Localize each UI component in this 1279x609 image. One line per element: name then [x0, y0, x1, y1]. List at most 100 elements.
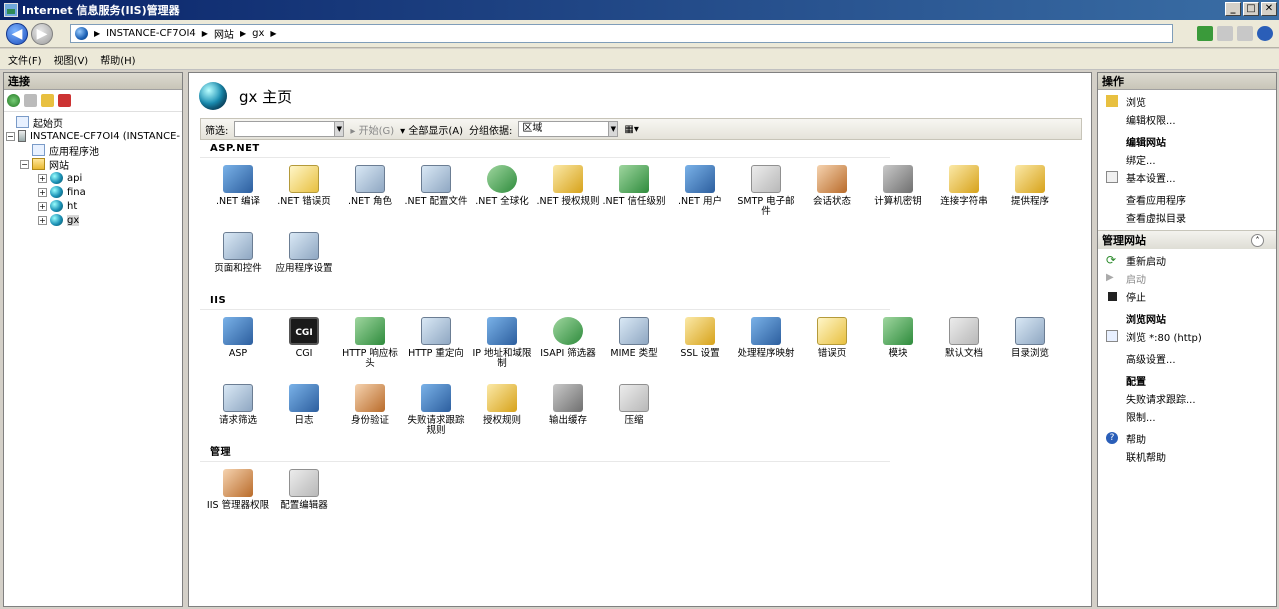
close-button[interactable]: ✕: [1261, 2, 1277, 16]
start-filter-button[interactable]: ▸ 开始(G): [350, 122, 394, 137]
feature-smtp-email[interactable]: SMTP 电子邮件: [733, 158, 799, 225]
breadcrumb-site[interactable]: gx: [252, 28, 264, 39]
tree-item-sites[interactable]: − 网站: [6, 157, 180, 172]
help-icon: ?: [1106, 432, 1118, 444]
breadcrumb-server[interactable]: INSTANCE-CF7OI4: [106, 28, 196, 39]
home-icon[interactable]: [1237, 26, 1253, 41]
connect-icon[interactable]: [7, 94, 20, 107]
feature-iis-manager-permissions[interactable]: IIS 管理器权限: [205, 462, 271, 529]
tree-item-server[interactable]: − INSTANCE-CF7OI4 (INSTANCE-: [6, 129, 180, 143]
feature-configuration-editor[interactable]: 配置编辑器: [271, 462, 337, 529]
feature-directory-browsing[interactable]: 目录浏览: [997, 310, 1063, 377]
save-icon[interactable]: [24, 94, 37, 107]
feature-net-users[interactable]: .NET 用户: [667, 158, 733, 225]
back-button[interactable]: ◀: [6, 23, 28, 45]
feature-modules[interactable]: 模块: [865, 310, 931, 377]
feature-net-error-pages[interactable]: .NET 错误页: [271, 158, 337, 225]
action-label: 查看虚拟目录: [1126, 213, 1186, 225]
forward-button[interactable]: ▶: [31, 23, 53, 45]
tree-item-app-pools[interactable]: 应用程序池: [6, 143, 180, 158]
group-by-select[interactable]: 区域 ▼: [518, 121, 619, 137]
action-failed-request-tracing[interactable]: 失败请求跟踪...: [1102, 389, 1272, 407]
tree-item-site-fina[interactable]: + fina: [6, 185, 180, 199]
tree-item-site-api[interactable]: + api: [6, 171, 180, 185]
dropdown-arrow-icon[interactable]: ▼: [608, 122, 618, 136]
expand-toggle[interactable]: +: [38, 215, 47, 225]
feature-compression[interactable]: 压缩: [601, 377, 667, 444]
group-header-aspnet[interactable]: ASP.NET: [200, 140, 890, 158]
feature-request-filtering[interactable]: 请求筛选: [205, 377, 271, 444]
feature-session-state[interactable]: 会话状态: [799, 158, 865, 225]
feature-handler-mappings[interactable]: 处理程序映射: [733, 310, 799, 377]
feature-error-pages[interactable]: 错误页: [799, 310, 865, 377]
maximize-button[interactable]: □: [1243, 2, 1259, 16]
tree-item-site-gx[interactable]: + gx: [6, 213, 180, 227]
minimize-button[interactable]: _: [1225, 2, 1241, 16]
action-limits[interactable]: 限制...: [1102, 407, 1272, 425]
feature-app-settings[interactable]: 应用程序设置: [271, 225, 337, 292]
disconnect-icon[interactable]: [58, 94, 71, 107]
group-header-management[interactable]: 管理: [200, 444, 890, 462]
tree-item-site-ht[interactable]: + ht: [6, 199, 180, 213]
filter-input[interactable]: ▼: [234, 121, 345, 137]
feature-logging[interactable]: 日志: [271, 377, 337, 444]
feature-net-globalization[interactable]: .NET 全球化: [469, 158, 535, 225]
feature-failed-request-tracing[interactable]: 失败请求跟踪规则: [403, 377, 469, 444]
expand-toggle[interactable]: +: [38, 173, 47, 183]
breadcrumb-sites[interactable]: 网站: [214, 26, 234, 41]
action-view-virtual-directories[interactable]: 查看虚拟目录: [1102, 208, 1272, 226]
help-icon[interactable]: [1257, 26, 1273, 41]
feature-isapi-filters[interactable]: ISAPI 筛选器: [535, 310, 601, 377]
feature-asp[interactable]: ASP: [205, 310, 271, 377]
action-stop[interactable]: 停止: [1102, 287, 1272, 305]
tree-item-start-page[interactable]: 起始页: [6, 115, 180, 130]
action-restart[interactable]: ⟳ 重新启动: [1102, 251, 1272, 269]
feature-ip-restrictions[interactable]: IP 地址和域限制: [469, 310, 535, 377]
collapse-icon[interactable]: ˄: [1251, 234, 1264, 247]
feature-output-caching[interactable]: 输出缓存: [535, 377, 601, 444]
feature-net-roles[interactable]: .NET 角色: [337, 158, 403, 225]
feature-cgi[interactable]: CGI CGI: [271, 310, 337, 377]
feature-http-response-headers[interactable]: HTTP 响应标头: [337, 310, 403, 377]
action-basic-settings[interactable]: 基本设置...: [1102, 168, 1272, 186]
show-all-button[interactable]: ▾ 全部显示(A): [400, 122, 463, 137]
menu-help[interactable]: 帮助(H): [100, 52, 135, 67]
up-folder-icon[interactable]: [41, 94, 54, 107]
feature-net-trust-levels[interactable]: .NET 信任级别: [601, 158, 667, 225]
action-browse[interactable]: 浏览: [1102, 92, 1272, 110]
feature-mime-types[interactable]: MIME 类型: [601, 310, 667, 377]
feature-authorization-rules[interactable]: 授权规则: [469, 377, 535, 444]
dropdown-arrow-icon[interactable]: ▼: [334, 122, 344, 136]
feature-net-compilation[interactable]: .NET 编译: [205, 158, 271, 225]
feature-machine-key[interactable]: 计算机密钥: [865, 158, 931, 225]
feature-pages-controls[interactable]: 页面和控件: [205, 225, 271, 292]
action-bindings[interactable]: 绑定...: [1102, 150, 1272, 168]
feature-http-redirect[interactable]: HTTP 重定向: [403, 310, 469, 377]
collapse-toggle[interactable]: −: [6, 131, 15, 141]
feature-default-document[interactable]: 默认文档: [931, 310, 997, 377]
feature-providers[interactable]: 提供程序: [997, 158, 1063, 225]
action-advanced-settings[interactable]: 高级设置...: [1102, 349, 1272, 367]
feature-net-authorization[interactable]: .NET 授权规则: [535, 158, 601, 225]
feature-connection-strings[interactable]: 连接字符串: [931, 158, 997, 225]
stop-icon[interactable]: [1217, 26, 1233, 41]
action-help[interactable]: ? 帮助: [1102, 429, 1272, 447]
expand-toggle[interactable]: +: [38, 201, 47, 211]
feature-authentication[interactable]: 身份验证: [337, 377, 403, 444]
refresh-icon[interactable]: [1197, 26, 1213, 41]
menu-file[interactable]: 文件(F): [8, 52, 42, 67]
action-edit-permissions[interactable]: 编辑权限...: [1102, 110, 1272, 128]
action-view-applications[interactable]: 查看应用程序: [1102, 190, 1272, 208]
feature-ssl-settings[interactable]: SSL 设置: [667, 310, 733, 377]
group-header-iis[interactable]: IIS: [200, 292, 890, 310]
feature-net-profile[interactable]: .NET 配置文件: [403, 158, 469, 225]
section-manage-site[interactable]: 管理网站 ˄: [1098, 230, 1276, 249]
action-online-help[interactable]: 联机帮助: [1102, 447, 1272, 465]
view-mode-button[interactable]: ▦▾: [624, 124, 638, 135]
action-browse-80[interactable]: 浏览 *:80 (http): [1102, 327, 1272, 345]
menu-view[interactable]: 视图(V): [54, 52, 89, 67]
address-bar[interactable]: ▶ INSTANCE-CF7OI4 ▶ 网站 ▶ gx ▶: [70, 24, 1173, 43]
action-start[interactable]: ▶ 启动: [1102, 269, 1272, 287]
collapse-toggle[interactable]: −: [20, 159, 29, 169]
expand-toggle[interactable]: +: [38, 187, 47, 197]
